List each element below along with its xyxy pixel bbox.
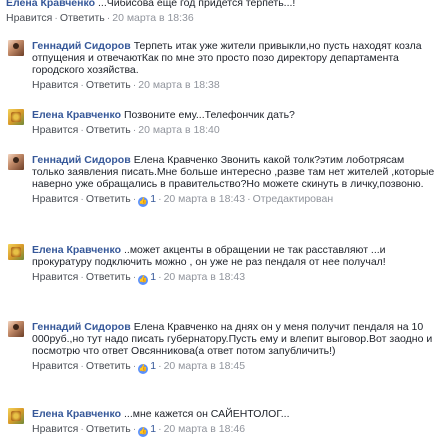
comment-text: ...Чибисова еще год придется терпеть...!: [98, 0, 296, 9]
comment-timestamp[interactable]: 20 марта в 18:40: [138, 124, 219, 136]
comment-timestamp[interactable]: 20 марта в 18:36: [112, 12, 193, 24]
comment-timestamp[interactable]: 20 марта в 18:43: [164, 271, 245, 283]
comment-body: Елена Кравченко ...мне кажется он САЙЕНТО…: [32, 408, 438, 437]
reply-link[interactable]: Ответить: [86, 423, 131, 435]
reply-link[interactable]: Ответить: [86, 193, 131, 205]
comment-author[interactable]: Елена Кравченко: [6, 0, 95, 9]
like-link[interactable]: Нравится: [32, 79, 78, 91]
reply-link[interactable]: Ответить: [86, 79, 131, 91]
comment-timestamp[interactable]: 20 марта в 18:43: [164, 193, 245, 205]
like-link[interactable]: Нравится: [32, 124, 78, 136]
comment-author[interactable]: Геннадий Сидоров: [32, 40, 131, 52]
comment-author[interactable]: Елена Кравченко: [32, 109, 121, 121]
avatar[interactable]: [8, 408, 24, 424]
like-link[interactable]: Нравится: [32, 423, 78, 435]
thumbs-up-icon: 👍: [138, 364, 149, 374]
like-link[interactable]: Нравится: [6, 12, 52, 24]
comment-actions: Нравится · Ответить · 👍 1 · 20 марта в 18:46: [32, 423, 246, 437]
like-link[interactable]: Нравится: [32, 360, 78, 372]
comment-actions: Нравится · Ответить · 20 марта в 18:36: [6, 12, 194, 24]
like-link[interactable]: Нравится: [32, 271, 78, 283]
comment-actions: Нравится · Ответить · 20 марта в 18:40: [32, 124, 220, 136]
comment-body: Елена Кравченко Позвоните ему...Телефончи…: [32, 109, 438, 136]
comment-actions: Нравится · Ответить · 👍 1 · 20 марта в 18:43 · От…: [32, 193, 334, 207]
reply-link[interactable]: Ответить: [86, 124, 131, 136]
comment-text: Позвоните ему...Телефончик дать?: [124, 109, 295, 121]
reply-link[interactable]: Ответить: [86, 271, 131, 283]
avatar[interactable]: [8, 244, 24, 260]
thumbs-up-icon: 👍: [138, 275, 149, 285]
comment-timestamp[interactable]: 20 марта в 18:45: [164, 360, 245, 372]
avatar[interactable]: [8, 154, 24, 170]
thumbs-up-icon: 👍: [138, 427, 149, 437]
comment-actions: Нравится · Ответить · 👍 1 · 20 марта в 18:43: [32, 271, 246, 285]
avatar[interactable]: [8, 109, 24, 125]
comment-actions: Нравится · Ответить · 👍 1 · 20 марта в 18:45: [32, 360, 246, 374]
comment-author[interactable]: Геннадий Сидоров: [32, 321, 131, 333]
comment-author[interactable]: Елена Кравченко: [32, 244, 121, 256]
reply-link[interactable]: Ответить: [60, 12, 105, 24]
comment-body: Геннадий Сидоров Елена Кравченко Звонить …: [32, 154, 438, 207]
comment-author[interactable]: Геннадий Сидоров: [32, 154, 131, 166]
comment-timestamp[interactable]: 20 марта в 18:46: [164, 423, 245, 435]
avatar[interactable]: [8, 40, 24, 56]
avatar[interactable]: [8, 321, 24, 337]
comment-body: Елена Кравченко ...Чибисова еще год приде…: [6, 0, 438, 24]
thumbs-up-icon: 👍: [138, 197, 149, 207]
edited-label[interactable]: Отредактирован: [253, 193, 334, 205]
comment-body: Елена Кравченко ..может акценты в обращен…: [32, 244, 438, 285]
comment-timestamp[interactable]: 20 марта в 18:38: [138, 79, 219, 91]
comment-text: ...мне кажется он САЙЕНТОЛОГ...: [124, 408, 290, 420]
comment-author[interactable]: Елена Кравченко: [32, 408, 121, 420]
comment-body: Геннадий Сидоров Терпеть итак уже жители …: [32, 40, 438, 91]
comment-actions: Нравится · Ответить · 20 марта в 18:38: [32, 79, 220, 91]
comment-body: Геннадий Сидоров Елена Кравченко на днях …: [32, 321, 438, 374]
like-link[interactable]: Нравится: [32, 193, 78, 205]
reply-link[interactable]: Ответить: [86, 360, 131, 372]
